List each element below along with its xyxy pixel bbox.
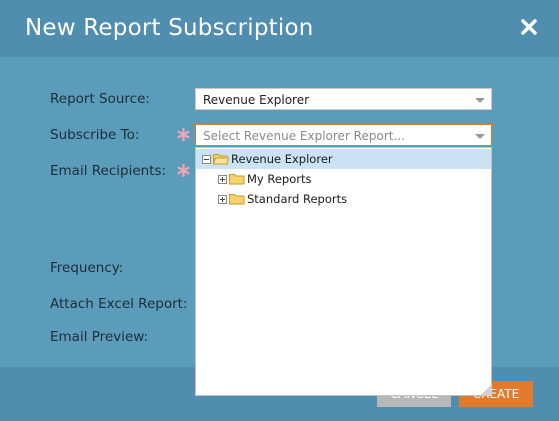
subscribe-to-label: Subscribe To: bbox=[50, 127, 140, 143]
folder-open-icon bbox=[213, 154, 229, 165]
tree-item-revenue-explorer[interactable]: Revenue Explorer bbox=[196, 149, 491, 169]
close-icon[interactable] bbox=[519, 17, 539, 37]
report-source-value: Revenue Explorer bbox=[203, 93, 310, 107]
tree-item-my-reports[interactable]: My Reports bbox=[196, 169, 491, 189]
subscribe-to-placeholder: Select Revenue Explorer Report... bbox=[203, 129, 405, 143]
tree-item-label: My Reports bbox=[247, 172, 312, 186]
tree-item-label: Revenue Explorer bbox=[231, 152, 333, 166]
expand-icon[interactable] bbox=[218, 175, 227, 184]
report-tree-dropdown[interactable]: Revenue Explorer My Reports Standard Rep… bbox=[195, 147, 492, 396]
report-source-select[interactable]: Revenue Explorer bbox=[195, 88, 492, 110]
folder-icon bbox=[229, 174, 245, 185]
report-source-label: Report Source: bbox=[50, 91, 150, 107]
email-recipients-label: Email Recipients: bbox=[50, 163, 167, 179]
required-asterisk-icon bbox=[177, 164, 190, 177]
email-preview-label: Email Preview: bbox=[50, 329, 149, 345]
expand-icon[interactable] bbox=[218, 195, 227, 204]
subscribe-to-select[interactable]: Select Revenue Explorer Report... bbox=[195, 124, 492, 146]
required-asterisk-icon bbox=[177, 128, 190, 141]
tree-item-label: Standard Reports bbox=[247, 192, 348, 206]
chevron-down-icon bbox=[475, 98, 485, 103]
dialog-title: New Report Subscription bbox=[25, 15, 314, 41]
attach-excel-label: Attach Excel Report: bbox=[50, 296, 188, 312]
dialog-header: New Report Subscription bbox=[0, 0, 559, 57]
frequency-label: Frequency: bbox=[50, 260, 124, 276]
chevron-down-icon bbox=[475, 134, 485, 139]
collapse-icon[interactable] bbox=[202, 155, 211, 164]
folder-icon bbox=[229, 194, 245, 205]
tree-item-standard-reports[interactable]: Standard Reports bbox=[196, 189, 491, 209]
resize-grip-icon[interactable] bbox=[480, 384, 492, 396]
